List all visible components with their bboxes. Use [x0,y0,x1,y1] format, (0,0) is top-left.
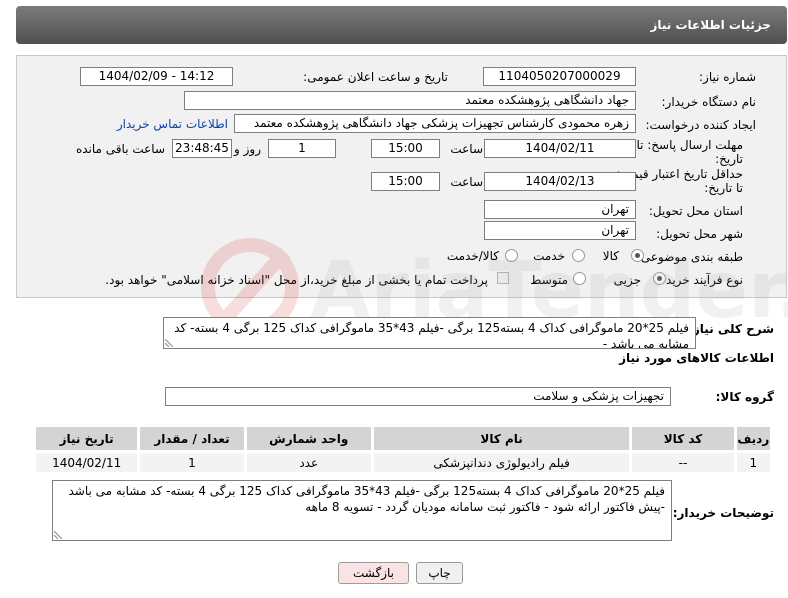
buyer-org-field: جهاد دانشگاهی پژوهشکده معتمد [184,91,636,110]
resize-handle-icon[interactable] [54,531,62,539]
need-number-field: 1104050207000029 [483,67,636,86]
remaining-time-label: ساعت باقی مانده [75,142,165,156]
process-option-medium: متوسط [530,273,568,287]
page-header: جزئیات اطلاعات نیاز [16,6,787,44]
cell-need-date: 1404/02/11 [32,450,141,475]
category-radio-goods-service[interactable] [505,249,518,262]
col-header-quantity: تعداد / مقدار [137,424,247,453]
back-button[interactable]: بازگشت [338,562,409,584]
category-label: طبقه بندی موضوعی: [636,250,743,264]
buyer-org-label: نام دستگاه خریدار: [661,95,757,109]
price-validity-label-date: تا تاریخ: [704,181,743,195]
requester-field: زهره محمودی کارشناس تجهیزات پزشکی جهاد د… [234,114,636,133]
process-label: نوع فرآیند خرید : [658,273,743,287]
treasury-payment-note: پرداخت تمام یا بخشی از مبلغ خرید،از محل … [105,273,488,287]
category-option-goods: کالا [602,249,619,263]
resize-handle-icon[interactable] [165,339,173,347]
province-field: تهران [484,200,636,219]
price-validity-date-field: 1404/02/13 [484,172,636,191]
price-validity-time-label: ساعت [450,175,483,189]
deadline-label: مهلت ارسال پاسخ: تا [636,138,743,152]
deadline-time-label: ساعت [450,142,483,156]
table-row: 1 -- فیلم رادیولوژی دندانپزشکی عدد 1 140… [32,450,774,475]
buyer-notes-label: توضیحات خریدار: [672,506,774,520]
price-validity-time-field: 15:00 [371,172,440,191]
category-radio-service[interactable] [572,249,585,262]
buyer-contact-link[interactable]: اطلاعات تماس خریدار [117,117,228,131]
table-header-row: ردیف کد کالا نام کالا واحد شمارش تعداد /… [32,424,774,453]
city-label: شهر محل تحویل: [656,227,743,241]
remaining-time-field: 23:48:45 [172,139,232,158]
need-summary-text: فیلم 25*20 ماموگرافی کداک 4 بسته125 برگی… [163,317,696,349]
print-button[interactable]: چاپ [416,562,463,584]
requester-label: ایجاد کننده درخواست: [645,118,756,132]
treasury-payment-checkbox[interactable] [497,272,509,284]
cell-item-code: -- [629,450,737,475]
announce-datetime-field: 1404/02/09 - 14:12 [80,67,233,86]
goods-group-label: گروه کالا: [715,390,774,404]
remaining-days-field: 1 [268,139,336,158]
city-field: تهران [484,221,636,240]
cell-item-name: فیلم رادیولوژی دندانپزشکی [370,450,633,475]
goods-table: ردیف کد کالا نام کالا واحد شمارش تعداد /… [32,424,774,475]
process-radio-medium[interactable] [573,272,586,285]
category-option-goods-service: کالا/خدمت [446,249,499,263]
category-radio-goods[interactable] [631,249,644,262]
province-label: استان محل تحویل: [648,204,743,218]
process-radio-minor[interactable] [653,272,666,285]
goods-section-title: اطلاعات کالاهای مورد نیاز [619,351,774,365]
deadline-time-field: 15:00 [371,139,440,158]
buyer-notes-text: فیلم 25*20 ماموگرافی کداک 4 بسته125 برگی… [52,480,672,541]
days-label: روز و [234,142,261,156]
cell-quantity: 1 [137,450,247,475]
process-option-minor: جزیی [613,273,641,287]
page-title: جزئیات اطلاعات نیاز [650,18,771,32]
cell-unit: عدد [243,450,374,475]
need-number-label: شماره نیاز: [699,70,756,84]
col-header-row-number: ردیف [733,424,774,453]
cell-row-number: 1 [733,450,774,475]
col-header-unit: واحد شمارش [243,424,374,453]
col-header-item-code: کد کالا [629,424,737,453]
deadline-date-field: 1404/02/11 [484,139,636,158]
need-summary-label: شرح کلی نیاز: [688,322,774,336]
col-header-need-date: تاریخ نیاز [32,424,141,453]
goods-group-field: تجهیزات پزشکی و سلامت [165,387,671,406]
announce-datetime-label: تاریخ و ساعت اعلان عمومی: [303,70,448,84]
col-header-item-name: نام کالا [370,424,633,453]
deadline-label-date: تاریخ: [715,152,743,166]
category-option-service: خدمت [533,249,565,263]
